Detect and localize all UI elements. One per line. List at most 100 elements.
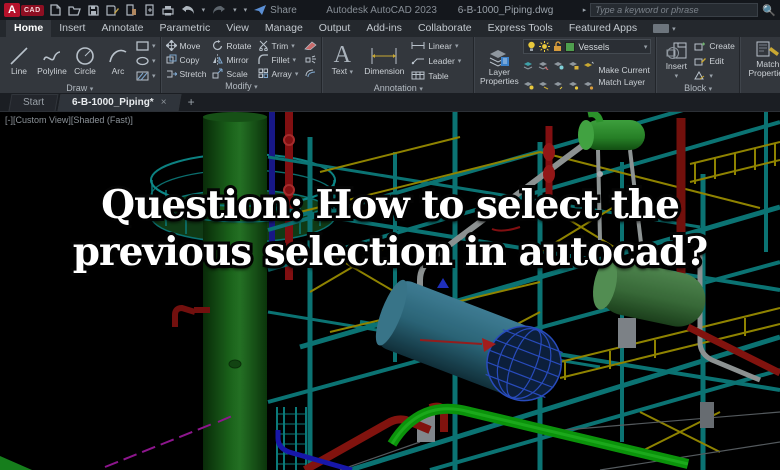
layer-on-bulb-icon [528, 41, 536, 51]
arc-icon [109, 49, 127, 62]
circle-tool[interactable]: Circle [70, 46, 100, 76]
block-attributes-tool[interactable]: ▾ [694, 69, 735, 82]
match-layer-button[interactable]: Match Layer [598, 77, 650, 87]
share-label: Share [270, 4, 297, 16]
file-tab-bar: Start 6-B-1000_Piping* × + [0, 93, 780, 112]
hatch-tool[interactable]: ▾ [136, 69, 156, 82]
fillet-icon [257, 54, 268, 64]
array-icon [258, 68, 268, 78]
rotate-tool[interactable]: Rotate [212, 39, 252, 52]
ribbon-display-toggle[interactable]: ▾ [645, 20, 684, 37]
redo-dropdown-icon[interactable]: ▾ [233, 6, 237, 14]
layer-freeze-icon[interactable] [553, 57, 564, 75]
leader-tool[interactable]: Leader ▾ [411, 54, 461, 67]
tab-view[interactable]: View [218, 20, 257, 37]
properties-panel-label[interactable]: Properties ▾ [743, 81, 780, 93]
overlay-line-2: previous selection in autocad? [70, 226, 711, 278]
tab-output[interactable]: Output [311, 20, 359, 37]
polyline-tool[interactable]: Polyline [37, 46, 67, 76]
make-current-icon[interactable] [583, 57, 595, 75]
match-properties-icon [756, 41, 779, 57]
layer-lock-icon[interactable] [568, 57, 579, 75]
new-file-icon[interactable] [49, 4, 61, 16]
undo-icon[interactable] [181, 5, 195, 15]
line-tool[interactable]: Line [4, 46, 34, 76]
explode-tool[interactable] [304, 53, 317, 66]
title-bar: A CAD ▾ ▾ ▾ Share Autodesk AutoCAD 2023 … [0, 0, 780, 20]
tab-manage[interactable]: Manage [257, 20, 311, 37]
layer-unisolate-icon[interactable] [538, 57, 549, 75]
search-expand-icon[interactable]: ▸ [583, 6, 587, 14]
explode-icon [305, 55, 317, 64]
search-input[interactable]: Type a keyword or phrase [590, 3, 759, 17]
edit-block-tool[interactable]: Edit [694, 54, 735, 67]
file-tab-document[interactable]: 6-B-1000_Piping* × [57, 94, 182, 111]
array-tool[interactable]: Array ▾ [258, 67, 298, 80]
plot-icon[interactable] [162, 5, 174, 16]
erase-tool[interactable] [304, 39, 317, 52]
file-tab-start[interactable]: Start [8, 94, 59, 111]
match-properties-tool[interactable]: Match Properties [745, 41, 780, 78]
attributes-icon [694, 70, 705, 79]
current-layer-name: Vessels [578, 41, 610, 52]
share-button[interactable]: Share [254, 5, 297, 16]
tab-insert[interactable]: Insert [51, 20, 93, 37]
tab-add-ins[interactable]: Add-ins [358, 20, 410, 37]
scale-tool[interactable]: Scale [212, 67, 251, 80]
rectangle-tool[interactable]: ▾ [136, 39, 156, 52]
copy-tool[interactable]: Copy [166, 53, 207, 66]
tab-annotate[interactable]: Annotate [93, 20, 151, 37]
tab-featured-apps[interactable]: Featured Apps [561, 20, 645, 37]
stretch-tool[interactable]: Stretch [166, 67, 206, 80]
layer-thaw-sun-icon [539, 41, 551, 52]
open-from-mobile-icon[interactable] [126, 4, 137, 16]
save-to-mobile-icon[interactable] [144, 4, 155, 16]
save-as-icon[interactable] [106, 4, 119, 16]
circle-icon [76, 46, 94, 65]
create-block-tool[interactable]: Create [694, 39, 735, 52]
app-logo[interactable]: A CAD [4, 3, 44, 17]
ribbon: Line Polyline Circle Arc ▾ ▾ ▾ Draw ▾ Mo… [0, 37, 780, 106]
make-current-button[interactable]: Make Current [598, 65, 650, 75]
drawing-viewport[interactable]: [-][Custom View][Shaded (Fast)] Question… [0, 112, 780, 470]
insert-block-tool[interactable]: Insert ▾ [661, 42, 691, 80]
polyline-icon [43, 50, 61, 61]
viewport-controls[interactable]: [-][Custom View][Shaded (Fast)] [5, 115, 133, 125]
redo-icon[interactable] [212, 5, 226, 15]
hatch-icon [136, 71, 149, 80]
ellipse-tool[interactable]: ▾ [136, 54, 156, 67]
save-icon[interactable] [87, 4, 99, 16]
panel-annotation: A Text ▾ Dimension Linear ▾ Leader ▾ Tab… [323, 37, 473, 94]
move-icon [165, 40, 177, 51]
linear-dimension-tool[interactable]: Linear ▾ [411, 39, 461, 52]
viewport-canvas[interactable] [0, 112, 780, 470]
offset-tool[interactable] [304, 67, 317, 80]
qat-customize-icon[interactable]: ▾ [244, 6, 248, 14]
insert-block-icon [666, 42, 687, 59]
ellipse-icon [136, 56, 149, 65]
modify-panel-label[interactable]: Modify ▾ [164, 81, 320, 93]
mirror-tool[interactable]: Mirror [212, 53, 251, 66]
dimension-tool[interactable]: Dimension [360, 46, 408, 76]
panel-draw: Line Polyline Circle Arc ▾ ▾ ▾ Draw ▾ [0, 37, 160, 93]
tab-parametric[interactable]: Parametric [152, 20, 219, 37]
new-tab-button[interactable]: + [182, 95, 201, 111]
trim-tool[interactable]: Trim ▾ [258, 39, 299, 52]
tab-home[interactable]: Home [6, 20, 52, 37]
layer-select[interactable]: Vessels ▾ [523, 39, 652, 54]
arc-tool[interactable]: Arc [103, 46, 133, 76]
edit-block-icon [694, 57, 707, 65]
tab-collaborate[interactable]: Collaborate [410, 20, 480, 37]
close-tab-icon[interactable]: × [161, 97, 167, 108]
fillet-tool[interactable]: Fillet ▾ [257, 53, 299, 66]
layer-properties-tool[interactable]: Layer Properties [479, 49, 519, 86]
search-icon[interactable]: 🔍 [762, 4, 776, 17]
open-file-icon[interactable] [67, 5, 81, 16]
text-tool[interactable]: A Text ▾ [327, 43, 357, 77]
table-tool[interactable]: Table [411, 69, 461, 82]
undo-dropdown-icon[interactable]: ▾ [202, 6, 206, 14]
tab-express-tools[interactable]: Express Tools [480, 20, 561, 37]
layer-select-dropdown-icon: ▾ [643, 43, 648, 51]
move-tool[interactable]: Move [165, 39, 207, 52]
layer-isolate-icon[interactable] [523, 57, 534, 75]
